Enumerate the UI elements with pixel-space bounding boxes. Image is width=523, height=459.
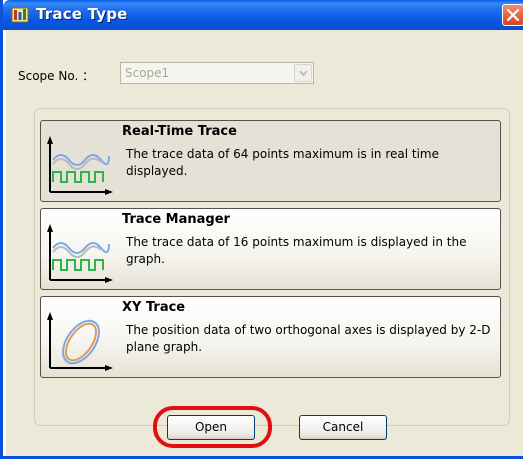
option-description: The trace data of 64 points maximum is i… xyxy=(126,147,439,178)
title-bar[interactable]: Trace Type xyxy=(3,0,523,30)
option-description: The position data of two orthogonal axes… xyxy=(126,323,491,354)
app-icon xyxy=(11,7,29,23)
xy-ellipse-icon xyxy=(47,312,113,371)
cancel-button[interactable]: Cancel xyxy=(299,415,387,440)
dropdown-button[interactable] xyxy=(294,64,312,82)
option-title: Real-Time Trace xyxy=(122,124,237,139)
waveform-trace-icon xyxy=(47,136,113,195)
option-trace-manager[interactable]: Trace Manager The trace data of 16 point… xyxy=(40,208,501,290)
scope-select-value: Scope1 xyxy=(125,66,170,80)
option-xy-trace[interactable]: XY Trace The position data of two orthog… xyxy=(40,296,501,378)
chevron-down-icon xyxy=(299,70,308,77)
scope-label: Scope No. ： xyxy=(18,69,95,83)
close-icon xyxy=(506,8,520,22)
option-description: The trace data of 16 points maximum is d… xyxy=(126,235,467,266)
option-title: Trace Manager xyxy=(122,212,230,227)
option-title: XY Trace xyxy=(122,300,186,315)
trace-type-dialog: Trace Type Scope No. ： Scope1 Real-Time … xyxy=(0,0,523,459)
window-title: Trace Type xyxy=(36,5,128,23)
option-real-time-trace[interactable]: Real-Time Trace The trace data of 64 poi… xyxy=(40,120,501,202)
highlight-ring xyxy=(153,406,272,448)
scope-select[interactable]: Scope1 xyxy=(120,62,314,84)
waveform-trace-icon xyxy=(47,224,113,283)
close-button[interactable] xyxy=(502,4,523,26)
